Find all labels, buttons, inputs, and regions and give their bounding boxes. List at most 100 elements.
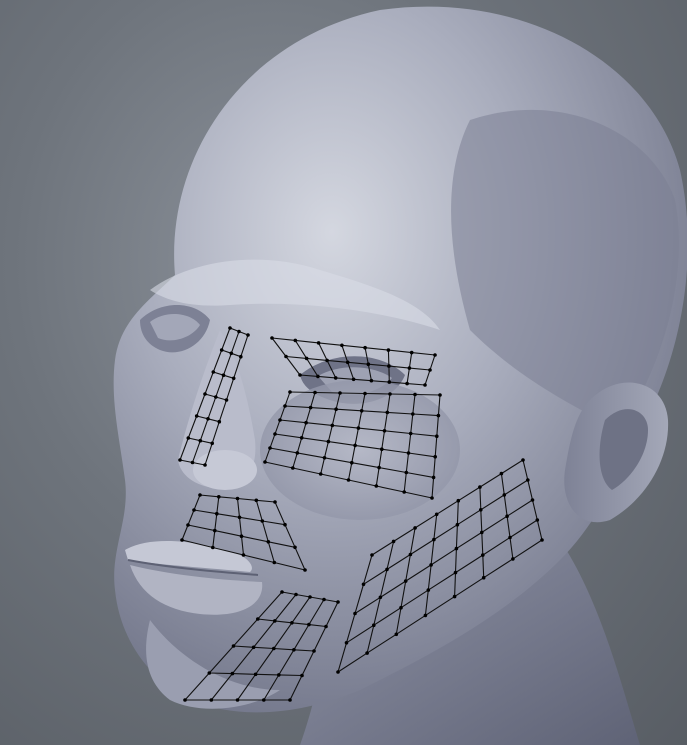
wire-vertex[interactable] xyxy=(334,407,338,412)
wire-vertex[interactable] xyxy=(526,478,530,482)
wire-vertex[interactable] xyxy=(388,392,392,396)
wire-vertex[interactable] xyxy=(353,611,357,616)
wire-vertex[interactable] xyxy=(308,405,313,410)
wire-vertex[interactable] xyxy=(402,490,407,494)
wire-vertex[interactable] xyxy=(215,511,219,516)
wire-vertex[interactable] xyxy=(253,672,258,677)
wire-vertex[interactable] xyxy=(359,409,364,413)
wire-vertex[interactable] xyxy=(430,496,434,500)
wire-vertex[interactable] xyxy=(408,431,413,436)
wire-vertex[interactable] xyxy=(330,423,335,428)
wire-vertex[interactable] xyxy=(304,420,308,425)
wire-vertex[interactable] xyxy=(433,455,438,459)
wire-vertex[interactable] xyxy=(346,478,351,482)
wire-vertex[interactable] xyxy=(198,493,202,497)
wire-vertex[interactable] xyxy=(293,338,298,343)
wire-vertex[interactable] xyxy=(436,413,441,418)
wire-vertex[interactable] xyxy=(408,552,413,557)
wire-vertex[interactable] xyxy=(394,632,399,637)
wire-vertex[interactable] xyxy=(370,553,374,557)
wire-vertex[interactable] xyxy=(183,698,187,702)
wire-vertex[interactable] xyxy=(254,498,259,503)
wire-vertex[interactable] xyxy=(230,671,235,676)
wire-vertex[interactable] xyxy=(351,377,356,382)
wire-vertex[interactable] xyxy=(363,391,367,396)
3d-viewport[interactable] xyxy=(0,0,687,745)
wire-vertex[interactable] xyxy=(211,545,215,550)
wire-vertex[interactable] xyxy=(246,333,250,337)
wire-vertex[interactable] xyxy=(214,395,218,399)
wire-vertex[interactable] xyxy=(231,644,236,648)
wire-vertex[interactable] xyxy=(411,412,415,416)
wire-vertex[interactable] xyxy=(322,456,327,460)
wire-vertex[interactable] xyxy=(478,485,482,489)
wire-vertex[interactable] xyxy=(365,651,369,655)
wire-vertex[interactable] xyxy=(186,523,190,527)
wire-vertex[interactable] xyxy=(452,594,457,599)
wire-vertex[interactable] xyxy=(508,535,512,540)
wire-vertex[interactable] xyxy=(284,354,288,359)
wire-vertex[interactable] xyxy=(344,641,349,645)
wire-vertex[interactable] xyxy=(283,404,287,408)
wire-vertex[interactable] xyxy=(369,378,374,383)
wire-vertex[interactable] xyxy=(262,698,266,702)
wire-vertex[interactable] xyxy=(224,398,229,402)
wire-vertex[interactable] xyxy=(423,383,427,387)
wire-vertex[interactable] xyxy=(237,329,241,334)
wire-vertex[interactable] xyxy=(308,595,312,599)
wire-vertex[interactable] xyxy=(336,600,340,604)
wire-vertex[interactable] xyxy=(312,649,316,653)
wire-vertex[interactable] xyxy=(255,617,260,621)
wire-vertex[interactable] xyxy=(530,498,535,502)
wire-vertex[interactable] xyxy=(277,673,281,677)
wire-vertex[interactable] xyxy=(229,351,234,356)
wire-vertex[interactable] xyxy=(403,579,408,583)
wire-vertex[interactable] xyxy=(288,698,292,702)
wire-vertex[interactable] xyxy=(499,471,504,476)
wire-vertex[interactable] xyxy=(295,451,300,455)
wire-vertex[interactable] xyxy=(241,553,246,557)
wire-vertex[interactable] xyxy=(239,534,244,538)
wire-vertex[interactable] xyxy=(235,698,240,702)
wire-vertex[interactable] xyxy=(273,500,277,504)
wire-vertex[interactable] xyxy=(405,381,409,386)
wire-vertex[interactable] xyxy=(453,570,458,575)
wire-vertex[interactable] xyxy=(432,537,436,542)
wire-vertex[interactable] xyxy=(290,621,294,625)
wire-vertex[interactable] xyxy=(386,348,391,352)
wire-vertex[interactable] xyxy=(380,447,384,452)
wire-vertex[interactable] xyxy=(180,538,184,542)
wire-vertex[interactable] xyxy=(535,518,540,522)
wire-vertex[interactable] xyxy=(190,460,195,465)
wire-vertex[interactable] xyxy=(363,345,367,350)
wire-vertex[interactable] xyxy=(203,392,207,396)
wire-vertex[interactable] xyxy=(455,522,460,527)
wire-vertex[interactable] xyxy=(203,463,207,467)
wire-vertex[interactable] xyxy=(378,595,383,600)
wire-vertex[interactable] xyxy=(213,528,217,533)
wire-vertex[interactable] xyxy=(210,441,214,446)
wire-vertex[interactable] xyxy=(404,470,409,475)
wire-vertex[interactable] xyxy=(426,588,431,592)
wire-vertex[interactable] xyxy=(434,512,439,517)
wire-vertex[interactable] xyxy=(313,390,317,395)
wire-vertex[interactable] xyxy=(413,392,417,397)
wire-vertex[interactable] xyxy=(263,460,267,464)
wire-vertex[interactable] xyxy=(307,622,311,627)
wire-vertex[interactable] xyxy=(429,563,433,567)
wire-vertex[interactable] xyxy=(391,539,396,544)
wire-vertex[interactable] xyxy=(428,368,432,372)
wire-vertex[interactable] xyxy=(251,645,256,650)
wire-vertex[interactable] xyxy=(211,370,216,374)
wire-vertex[interactable] xyxy=(299,436,304,440)
wire-vertex[interactable] xyxy=(322,597,326,602)
wire-vertex[interactable] xyxy=(186,436,191,440)
wire-vertex[interactable] xyxy=(438,393,442,397)
wire-vertex[interactable] xyxy=(511,557,515,561)
wire-vertex[interactable] xyxy=(366,362,371,367)
wire-vertex[interactable] xyxy=(272,560,277,565)
wire-vertex[interactable] xyxy=(326,439,331,444)
wire-vertex[interactable] xyxy=(207,671,212,675)
wire-vertex[interactable] xyxy=(300,673,304,678)
wire-vertex[interactable] xyxy=(385,410,390,415)
